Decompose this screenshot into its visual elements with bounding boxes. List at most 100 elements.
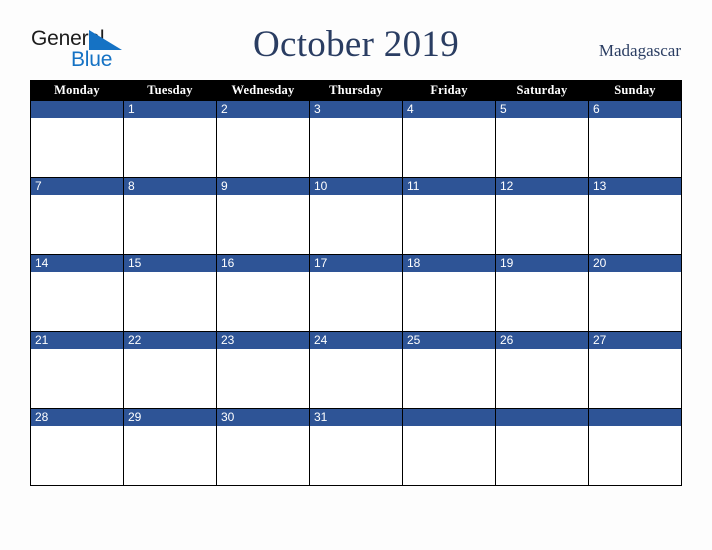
calendar-day-cell[interactable]: 3 — [309, 100, 403, 178]
calendar-page: General Blue October 2019 Madagascar Mon… — [0, 0, 712, 550]
calendar-day-cell[interactable] — [588, 408, 682, 486]
day-note-area[interactable] — [589, 118, 681, 176]
calendar-day-cell[interactable]: 30 — [216, 408, 310, 486]
calendar-day-cell[interactable]: 17 — [309, 254, 403, 332]
calendar-day-cell[interactable]: 24 — [309, 331, 403, 409]
calendar-day-cell[interactable]: 31 — [309, 408, 403, 486]
day-note-area[interactable] — [124, 272, 216, 330]
day-note-area[interactable] — [496, 272, 588, 330]
calendar-day-cell[interactable]: 4 — [402, 100, 496, 178]
day-note-area[interactable] — [589, 349, 681, 407]
day-note-area[interactable] — [217, 272, 309, 330]
calendar-day-cell[interactable]: 29 — [123, 408, 217, 486]
day-number: 24 — [310, 332, 402, 349]
day-note-area[interactable] — [31, 426, 123, 484]
calendar-day-cell[interactable]: 15 — [123, 254, 217, 332]
day-number: 20 — [589, 255, 681, 272]
day-number: 21 — [31, 332, 123, 349]
calendar-day-cell[interactable]: 9 — [216, 177, 310, 255]
calendar-day-cell[interactable]: 28 — [30, 408, 124, 486]
day-note-area[interactable] — [403, 195, 495, 253]
day-note-area[interactable] — [403, 349, 495, 407]
day-number: 29 — [124, 409, 216, 426]
day-note-area[interactable] — [31, 272, 123, 330]
day-note-area[interactable] — [496, 349, 588, 407]
day-note-area[interactable] — [217, 349, 309, 407]
weekday-header-saturday: Saturday — [495, 80, 589, 101]
day-note-area[interactable] — [217, 195, 309, 253]
day-note-area[interactable] — [217, 426, 309, 484]
calendar-day-cell[interactable]: 13 — [588, 177, 682, 255]
day-note-area[interactable] — [496, 118, 588, 176]
day-note-area[interactable] — [217, 118, 309, 176]
day-number: 19 — [496, 255, 588, 272]
calendar-day-cell[interactable]: 12 — [495, 177, 589, 255]
day-number: 8 — [124, 178, 216, 195]
day-number: 7 — [31, 178, 123, 195]
day-number: 4 — [403, 101, 495, 118]
day-number: 18 — [403, 255, 495, 272]
calendar-day-cell[interactable]: 18 — [402, 254, 496, 332]
calendar-day-cell[interactable]: 26 — [495, 331, 589, 409]
day-note-area[interactable] — [31, 118, 123, 176]
calendar-day-cell[interactable]: 7 — [30, 177, 124, 255]
day-number: 23 — [217, 332, 309, 349]
calendar-header-row: Monday Tuesday Wednesday Thursday Friday… — [30, 80, 682, 101]
calendar-day-cell[interactable]: 1 — [123, 100, 217, 178]
day-note-area[interactable] — [124, 118, 216, 176]
calendar-week-row: 7 8 9 10 11 12 13 — [30, 177, 682, 255]
weekday-header-wednesday: Wednesday — [216, 80, 310, 101]
weekday-header-sunday: Sunday — [588, 80, 682, 101]
calendar-day-cell[interactable]: 22 — [123, 331, 217, 409]
day-note-area[interactable] — [589, 195, 681, 253]
day-note-area[interactable] — [403, 426, 495, 484]
day-note-area[interactable] — [589, 272, 681, 330]
day-number: 17 — [310, 255, 402, 272]
day-number: 30 — [217, 409, 309, 426]
calendar-day-cell[interactable]: 6 — [588, 100, 682, 178]
day-note-area[interactable] — [310, 272, 402, 330]
calendar-day-cell[interactable]: 8 — [123, 177, 217, 255]
day-number: 13 — [589, 178, 681, 195]
day-note-area[interactable] — [31, 349, 123, 407]
day-note-area[interactable] — [310, 426, 402, 484]
calendar-day-cell[interactable]: 21 — [30, 331, 124, 409]
calendar-day-cell[interactable]: 27 — [588, 331, 682, 409]
day-note-area[interactable] — [403, 118, 495, 176]
calendar-day-cell[interactable]: 5 — [495, 100, 589, 178]
calendar-day-cell[interactable]: 2 — [216, 100, 310, 178]
calendar-day-cell[interactable]: 23 — [216, 331, 310, 409]
day-note-area[interactable] — [403, 272, 495, 330]
weekday-header-monday: Monday — [30, 80, 124, 101]
day-note-area[interactable] — [124, 195, 216, 253]
day-note-area[interactable] — [124, 349, 216, 407]
day-note-area[interactable] — [496, 195, 588, 253]
calendar-day-cell[interactable]: 10 — [309, 177, 403, 255]
calendar-day-cell[interactable]: 16 — [216, 254, 310, 332]
day-note-area[interactable] — [589, 426, 681, 484]
day-number: 5 — [496, 101, 588, 118]
day-note-area[interactable] — [310, 349, 402, 407]
calendar-day-cell[interactable]: 20 — [588, 254, 682, 332]
calendar-day-cell[interactable]: 14 — [30, 254, 124, 332]
weekday-header-friday: Friday — [402, 80, 496, 101]
calendar-day-cell[interactable]: 11 — [402, 177, 496, 255]
day-number: 26 — [496, 332, 588, 349]
day-note-area[interactable] — [124, 426, 216, 484]
day-note-area[interactable] — [310, 195, 402, 253]
day-note-area[interactable] — [31, 195, 123, 253]
day-number: 3 — [310, 101, 402, 118]
calendar-day-cell[interactable]: 25 — [402, 331, 496, 409]
calendar-day-cell[interactable]: 19 — [495, 254, 589, 332]
day-number: 12 — [496, 178, 588, 195]
day-note-area[interactable] — [496, 426, 588, 484]
calendar-day-cell[interactable] — [402, 408, 496, 486]
day-number: 9 — [217, 178, 309, 195]
calendar-table: Monday Tuesday Wednesday Thursday Friday… — [30, 80, 682, 486]
day-number: 10 — [310, 178, 402, 195]
calendar-week-row: 14 15 16 17 18 19 20 — [30, 254, 682, 332]
calendar-day-cell[interactable] — [30, 100, 124, 178]
day-note-area[interactable] — [310, 118, 402, 176]
day-number: 27 — [589, 332, 681, 349]
calendar-day-cell[interactable] — [495, 408, 589, 486]
